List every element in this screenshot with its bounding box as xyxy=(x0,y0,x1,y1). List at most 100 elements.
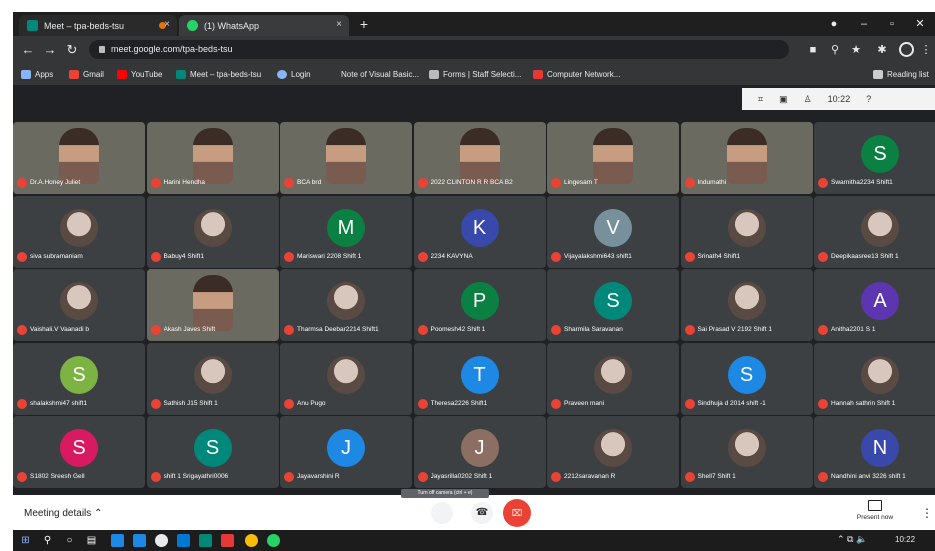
forward-icon[interactable]: → xyxy=(41,41,59,59)
participant-avatar: K xyxy=(460,208,499,247)
participant-tile[interactable]: Deepikaasree13 Shift 1 xyxy=(814,195,935,268)
participant-tile[interactable]: J Jayasrilla0202 Shift 1 xyxy=(413,416,546,488)
mic-muted-icon xyxy=(284,398,294,409)
participant-name: Swarnitha2234 Shift1 xyxy=(831,179,893,186)
participant-tile[interactable]: BCA brd xyxy=(280,122,412,194)
search-icon[interactable]: ⚲ xyxy=(828,43,842,57)
participant-tile[interactable]: Harini Hendha xyxy=(146,122,279,194)
whatsapp-icon[interactable] xyxy=(267,534,280,547)
chrome-icon[interactable] xyxy=(155,534,168,547)
participant-tile[interactable]: M Mariswari 2208 Shift 1 xyxy=(280,195,412,268)
participant-tile[interactable]: N Nandhini anvi 3226 shift 1 xyxy=(814,416,935,488)
taskbar-clock: 10:22 xyxy=(895,535,916,544)
camera-off-button[interactable]: ⌧ xyxy=(503,499,531,527)
close-tab-icon[interactable]: × xyxy=(164,19,170,30)
participant-tile[interactable]: P Poomesh42 Shift 1 xyxy=(413,269,546,341)
participant-name: Harini Hendha xyxy=(163,179,206,186)
more-options-icon[interactable]: ⋮ xyxy=(921,506,933,520)
bookmark-vb-notes[interactable]: Note of Visual Basic... xyxy=(341,67,419,81)
close-window-button[interactable]: ✕ xyxy=(907,16,933,32)
search-icon[interactable]: ⚲ xyxy=(41,534,54,547)
participant-tile[interactable]: Dr.A.Honey Juliet xyxy=(13,122,145,194)
participant-tile[interactable]: Sshift 1 Srigayathri0006 xyxy=(146,416,279,488)
app-icon[interactable] xyxy=(199,534,212,547)
bookmark-youtube[interactable]: YouTube xyxy=(117,67,162,81)
mic-muted-icon xyxy=(818,325,828,335)
participant-name: Vaishali.V Vaanadi b xyxy=(30,326,90,333)
participant-video xyxy=(593,128,633,184)
participant-tile[interactable]: Sai Prasad V 2192 Shift 1 xyxy=(680,269,813,341)
camera-indicator-icon[interactable]: ■ xyxy=(806,43,820,57)
mic-muted-icon xyxy=(818,472,828,482)
bookmark-computer-network[interactable]: Computer Network... xyxy=(533,67,620,81)
profile-icon[interactable] xyxy=(899,42,914,57)
maximize-button[interactable]: ▫ xyxy=(879,16,905,32)
gmail-icon xyxy=(69,69,79,79)
system-tray-icons[interactable]: ⌃ ⧉ 🔈 xyxy=(837,534,867,545)
bookmark-apps[interactable]: Apps xyxy=(21,67,53,81)
participant-tile[interactable]: Praveen mani xyxy=(547,342,679,415)
participant-tile[interactable]: Tharmsa Deebar2214 Shift1 xyxy=(280,269,412,341)
close-tab-icon[interactable]: × xyxy=(336,19,342,30)
bookmark-star-icon[interactable]: ★ xyxy=(849,43,863,57)
participant-tile[interactable]: J Jayavarshini R xyxy=(280,416,412,488)
browser-toolbar: ← → ↻ meet.google.com/tpa-beds-tsu ■ ⚲ ★… xyxy=(13,36,935,63)
task-view-icon[interactable]: ▤ xyxy=(85,534,98,547)
chrome-profile-icon[interactable]: ● xyxy=(821,16,847,32)
participant-tile[interactable]: siva subramaniam xyxy=(13,195,145,268)
bookmark-meet[interactable]: Meet – tpa-beds-tsu xyxy=(176,67,261,81)
windows-start-icon[interactable]: ⊞ xyxy=(19,534,32,547)
participant-tile[interactable]: S Sharmila Saravanan xyxy=(547,269,679,341)
mic-muted-icon xyxy=(818,178,828,188)
participant-tile[interactable]: K 2234 KAVYNA xyxy=(413,195,546,268)
meeting-details-button[interactable]: Meeting details ⌃ xyxy=(24,508,102,519)
back-icon[interactable]: ← xyxy=(19,41,37,59)
chrome-active-icon[interactable] xyxy=(245,534,258,547)
participant-tile[interactable]: Shell7 Shift 1 xyxy=(680,416,813,488)
participant-tile[interactable]: Indumathi xyxy=(680,122,813,194)
hang-up-button[interactable]: ☎ xyxy=(471,502,493,524)
store-icon[interactable] xyxy=(133,534,146,547)
participant-tile[interactable]: Akash Javes Shift xyxy=(146,269,279,341)
participant-tile[interactable]: Hannah sathrin Shift 1 xyxy=(814,342,935,415)
present-now-button[interactable]: Present now xyxy=(851,500,899,521)
participant-tile[interactable]: A Anitha2201 S 1 xyxy=(814,269,935,341)
new-tab-button[interactable]: + xyxy=(355,15,373,33)
participant-name: Anu Pugo xyxy=(297,399,326,407)
participant-tile[interactable]: Lingesam T xyxy=(547,122,679,194)
tab-meet[interactable]: Meet – tpa-beds-tsu × xyxy=(19,15,177,36)
extensions-icon[interactable]: ✱ xyxy=(875,43,889,57)
participant-tile[interactable]: Srinath4 Shift1 xyxy=(680,195,813,268)
participant-avatar xyxy=(193,208,232,247)
tab-whatsapp[interactable]: (1) WhatsApp × xyxy=(179,15,349,36)
participant-tile[interactable]: Anu Pugo xyxy=(280,342,412,415)
participant-tile[interactable]: S S1802 Sreesh Gell xyxy=(13,416,145,488)
mic-muted-icon xyxy=(551,398,561,409)
bookmark-forms[interactable]: Forms | Staff Selecti... xyxy=(429,67,521,81)
participant-tile[interactable]: S Sindhuja d 2014 shift -1 xyxy=(680,342,813,415)
edge-icon[interactable] xyxy=(177,534,190,547)
reading-list[interactable]: Reading list xyxy=(873,67,929,81)
participant-avatar xyxy=(60,208,98,247)
participant-tile[interactable]: Sshalakshmi47 shift1 xyxy=(13,342,145,415)
bookmark-login[interactable]: Login xyxy=(277,67,311,81)
cortana-icon[interactable]: ○ xyxy=(63,534,76,547)
file-explorer-icon[interactable] xyxy=(111,534,124,547)
participant-tile[interactable]: S Swarnitha2234 Shift1 xyxy=(814,122,935,194)
participant-tile[interactable]: Babuy4 Shift1 xyxy=(146,195,279,268)
address-bar[interactable]: meet.google.com/tpa-beds-tsu xyxy=(89,40,789,59)
participant-tile[interactable]: Sathish J15 Shift 1 xyxy=(146,342,279,415)
menu-kebab-icon[interactable]: ⋮ xyxy=(919,43,933,57)
participant-tile[interactable]: T Theresa2226 Shift1 xyxy=(413,342,546,415)
acrobat-icon[interactable] xyxy=(221,534,234,547)
participant-name: Sharmila Saravanan xyxy=(564,326,623,333)
participant-tile[interactable]: 2022 CLINTON R R BCA B2 xyxy=(413,122,546,194)
participant-tile[interactable]: V Vijayalakshmi643 shift1 xyxy=(547,195,679,268)
reload-icon[interactable]: ↻ xyxy=(63,41,81,59)
participant-video xyxy=(459,128,500,184)
microphone-button[interactable] xyxy=(431,502,453,524)
participant-tile[interactable]: Vaishali.V Vaanadi b xyxy=(13,269,145,341)
minimize-button[interactable]: – xyxy=(851,16,877,32)
bookmark-gmail[interactable]: Gmail xyxy=(69,67,104,81)
participant-tile[interactable]: 2212saravanan R xyxy=(547,416,679,488)
